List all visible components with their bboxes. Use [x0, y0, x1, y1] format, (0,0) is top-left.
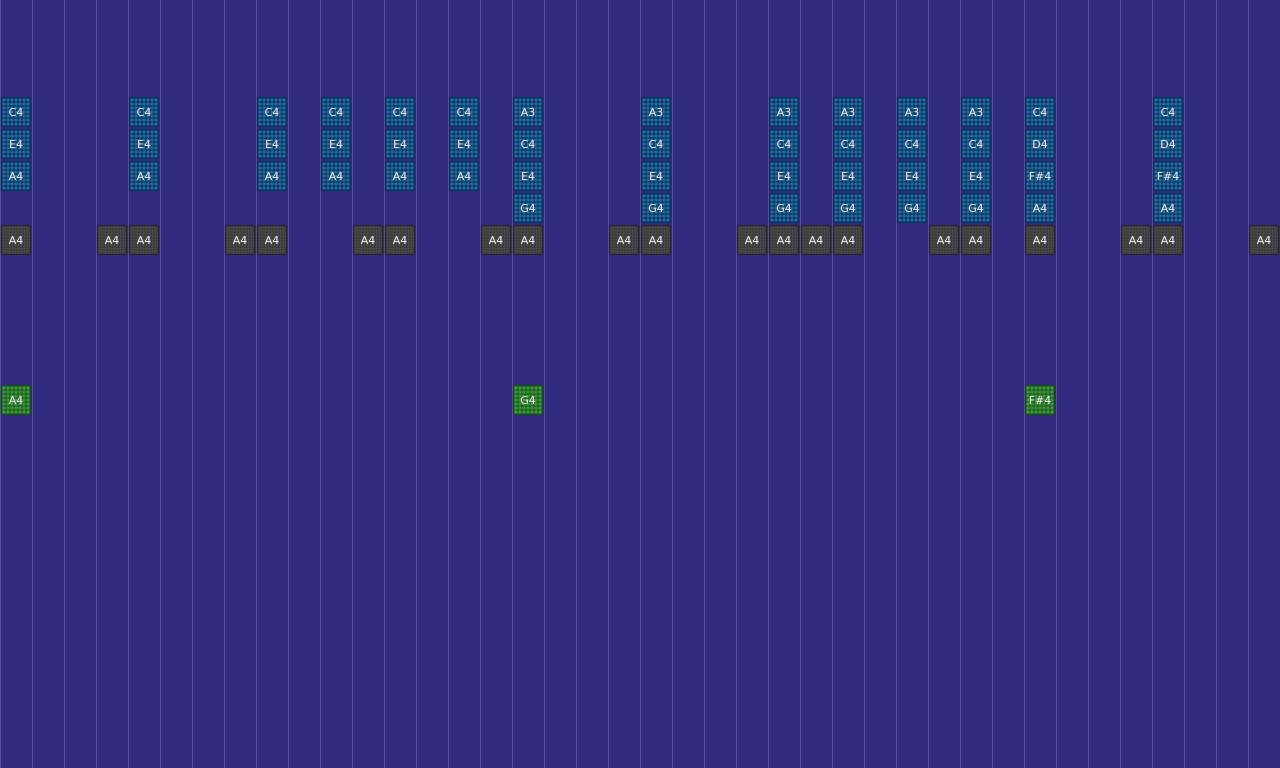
chord-note[interactable]: C4 — [833, 129, 863, 159]
chord-note[interactable]: A4 — [1, 161, 31, 191]
chord-note[interactable]: A4 — [385, 161, 415, 191]
bass-note[interactable]: A4 — [97, 225, 127, 255]
lead-note[interactable]: G4 — [513, 385, 543, 415]
chord-note[interactable]: C4 — [513, 129, 543, 159]
chord-note[interactable]: A3 — [961, 97, 991, 127]
bass-note[interactable]: A4 — [961, 225, 991, 255]
chord-note[interactable]: E4 — [385, 129, 415, 159]
chord-note[interactable]: A3 — [641, 97, 671, 127]
bass-note[interactable]: A4 — [385, 225, 415, 255]
bass-note[interactable]: A4 — [1025, 225, 1055, 255]
chord-note[interactable]: C4 — [1025, 97, 1055, 127]
bass-note[interactable]: A4 — [929, 225, 959, 255]
bass-note[interactable]: A4 — [801, 225, 831, 255]
chord-note[interactable]: A4 — [1025, 193, 1055, 223]
chord-note[interactable]: C4 — [897, 129, 927, 159]
bass-note[interactable]: A4 — [641, 225, 671, 255]
chord-note[interactable]: G4 — [513, 193, 543, 223]
chord-note[interactable]: A3 — [897, 97, 927, 127]
chord-note[interactable]: A3 — [513, 97, 543, 127]
bass-note[interactable]: A4 — [481, 225, 511, 255]
chord-note[interactable]: C4 — [1153, 97, 1183, 127]
chord-note[interactable]: E4 — [961, 161, 991, 191]
bass-note[interactable]: A4 — [225, 225, 255, 255]
chord-note[interactable]: E4 — [1, 129, 31, 159]
chord-note[interactable]: E4 — [833, 161, 863, 191]
chord-note[interactable]: C4 — [257, 97, 287, 127]
chord-note[interactable]: G4 — [833, 193, 863, 223]
chord-note[interactable]: D4 — [1025, 129, 1055, 159]
chord-note[interactable]: E4 — [257, 129, 287, 159]
chord-note[interactable]: A4 — [449, 161, 479, 191]
bass-note[interactable]: A4 — [1249, 225, 1279, 255]
chord-note[interactable]: D4 — [1153, 129, 1183, 159]
bass-note[interactable]: A4 — [129, 225, 159, 255]
chord-note[interactable]: A4 — [257, 161, 287, 191]
chord-note[interactable]: C4 — [129, 97, 159, 127]
chord-note[interactable]: E4 — [897, 161, 927, 191]
chord-note[interactable]: F#4 — [1025, 161, 1055, 191]
chord-note[interactable]: A4 — [129, 161, 159, 191]
bass-note[interactable]: A4 — [1153, 225, 1183, 255]
chord-note[interactable]: C4 — [449, 97, 479, 127]
chord-note[interactable]: A4 — [321, 161, 351, 191]
chord-note[interactable]: C4 — [321, 97, 351, 127]
chord-note[interactable]: E4 — [769, 161, 799, 191]
bass-note[interactable]: A4 — [769, 225, 799, 255]
chord-note[interactable]: C4 — [641, 129, 671, 159]
chord-note[interactable]: E4 — [129, 129, 159, 159]
chord-note[interactable]: E4 — [321, 129, 351, 159]
chord-note[interactable]: A4 — [1153, 193, 1183, 223]
chord-note[interactable]: C4 — [769, 129, 799, 159]
chord-note[interactable]: C4 — [385, 97, 415, 127]
chord-note[interactable]: G4 — [897, 193, 927, 223]
chord-note[interactable]: E4 — [449, 129, 479, 159]
chord-note[interactable]: C4 — [961, 129, 991, 159]
bass-note[interactable]: A4 — [513, 225, 543, 255]
bass-note[interactable]: A4 — [353, 225, 383, 255]
lead-note[interactable]: F#4 — [1025, 385, 1055, 415]
chord-note[interactable]: A3 — [769, 97, 799, 127]
chord-note[interactable]: G4 — [641, 193, 671, 223]
chord-note[interactable]: C4 — [1, 97, 31, 127]
chord-note[interactable]: F#4 — [1153, 161, 1183, 191]
bass-note[interactable]: A4 — [609, 225, 639, 255]
bass-note[interactable]: A4 — [833, 225, 863, 255]
bass-note[interactable]: A4 — [1121, 225, 1151, 255]
chord-note[interactable]: G4 — [961, 193, 991, 223]
chord-note[interactable]: A3 — [833, 97, 863, 127]
chord-note[interactable]: G4 — [769, 193, 799, 223]
chord-note[interactable]: E4 — [641, 161, 671, 191]
bass-note[interactable]: A4 — [1, 225, 31, 255]
sequencer-grid[interactable]: C4 E4 A4 C4 E4 A4 C4 E4 A4 C4 E4 A4 C4 E4 A4 C4 E4 A4 A3 C4… — [0, 0, 1280, 768]
bass-note[interactable]: A4 — [257, 225, 287, 255]
chord-note[interactable]: E4 — [513, 161, 543, 191]
bass-note[interactable]: A4 — [737, 225, 767, 255]
lead-note[interactable]: A4 — [1, 385, 31, 415]
